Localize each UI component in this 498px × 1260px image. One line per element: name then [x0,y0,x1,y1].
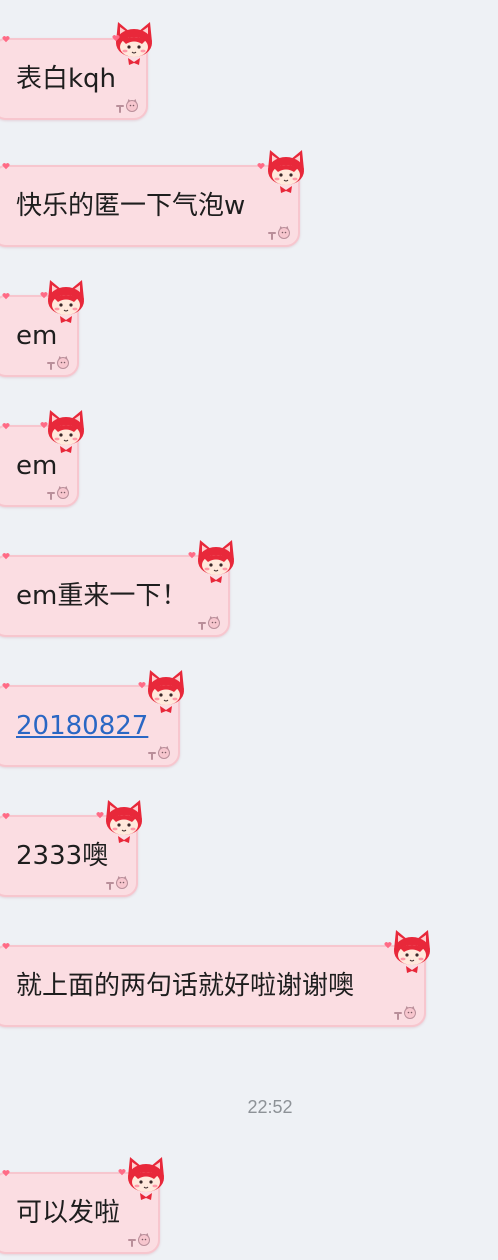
message-bubble[interactable]: 就上面的两句话就好啦谢谢噢 [0,945,426,1027]
message-text: 快乐的匿一下气泡w [16,191,246,221]
message-timestamp: 22:52 [247,1097,293,1117]
fox-sticker-icon [194,538,238,584]
heart-icon [2,162,10,170]
heart-icon [2,812,10,820]
heart-icon [96,811,104,819]
message-text: 可以发啦 [16,1198,121,1228]
heart-icon [2,552,10,560]
message-text: 表白kqh [16,64,117,94]
fox-sticker-icon [112,20,156,66]
message-text: em重来一下！ [16,581,188,611]
chat-screen: { "chat": { "messages": [ {"text": "表白kq… [0,0,498,1260]
heart-icon [257,162,265,170]
paw-cat-icon [126,1232,152,1248]
heart-icon [188,551,196,559]
paw-cat-icon [266,225,292,241]
heart-icon [2,422,10,430]
fox-sticker-icon [124,1155,168,1201]
heart-icon [2,292,10,300]
message-text: 2333噢 [16,841,109,871]
heart-icon [2,942,10,950]
fox-sticker-icon [264,148,308,194]
heart-icon [40,291,48,299]
heart-icon [2,682,10,690]
paw-cat-icon [196,615,222,631]
heart-icon [2,35,10,43]
fox-sticker-icon [44,408,88,454]
heart-icon [112,34,120,42]
heart-icon [2,1169,10,1177]
fox-sticker-icon [390,928,434,974]
message-text: 就上面的两句话就好啦谢谢噢 [16,971,355,1001]
heart-icon [118,1168,126,1176]
fox-sticker-icon [102,798,146,844]
heart-icon [40,421,48,429]
paw-cat-icon [45,485,71,501]
paw-cat-icon [392,1005,418,1021]
heart-icon [138,681,146,689]
date-link[interactable]: 20180827 [16,687,148,765]
message-bubble[interactable]: 快乐的匿一下气泡w [0,165,300,247]
fox-sticker-icon [44,278,88,324]
fox-sticker-icon [144,668,188,714]
paw-cat-icon [114,98,140,114]
paw-cat-icon [45,355,71,371]
heart-icon [384,941,392,949]
paw-cat-icon [146,745,172,761]
paw-cat-icon [104,875,130,891]
